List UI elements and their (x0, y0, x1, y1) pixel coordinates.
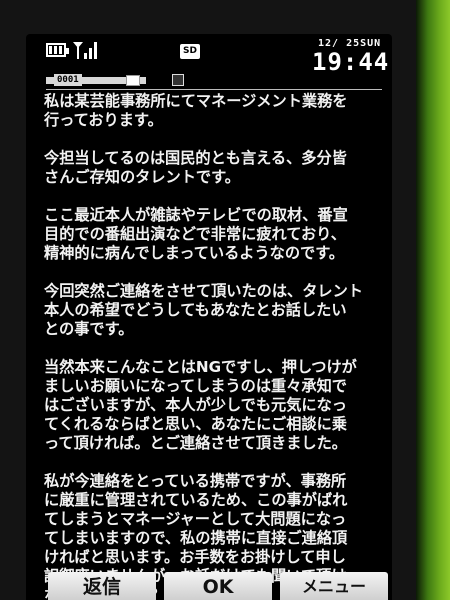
message-paragraph: 今担当してるのは国民的とも言える、多分皆 さんご存知のタレントです。 (44, 149, 347, 186)
status-bar: SD 12/ 25SUN 19:44 (26, 34, 392, 76)
signal-icon (73, 42, 97, 59)
phone-screen: SD 12/ 25SUN 19:44 0001 私は某芸能事務所にてマネージメン… (26, 34, 392, 600)
sd-card-icon: SD (180, 44, 200, 59)
mail-icon (126, 75, 140, 86)
phone-edge (416, 0, 450, 600)
reply-softkey[interactable]: 返信 (48, 572, 156, 600)
header-divider (46, 89, 382, 90)
ok-softkey[interactable]: OK (164, 572, 272, 600)
message-paragraph: 当然本来こんなことはNGですし、押しつけが ましいお願いになってしまうのは重々承… (44, 358, 357, 452)
message-number: 0001 (54, 74, 82, 86)
message-paragraph: 私は某芸能事務所にてマネージメント業務を 行っております。 (44, 92, 348, 129)
message-header: 0001 (46, 74, 382, 86)
message-paragraph: 今回突然ご連絡をさせて頂いたのは、タレント 本人の希望でどうしてもあなたとお話し… (44, 282, 363, 338)
battery-icon (46, 43, 69, 57)
menu-softkey[interactable]: メニュー (280, 572, 388, 600)
message-paragraph: ここ最近本人が雑誌やテレビでの取材、番宣 目的での番組出演などで非常に疲れており… (44, 206, 348, 262)
attachment-icon (172, 74, 184, 86)
clock: 19:44 (312, 48, 390, 76)
message-body[interactable]: 私は某芸能事務所にてマネージメント業務を 行っております。 今担当してるのは国民… (44, 92, 384, 600)
softkey-bar: 返信 OK メニュー (26, 572, 392, 600)
